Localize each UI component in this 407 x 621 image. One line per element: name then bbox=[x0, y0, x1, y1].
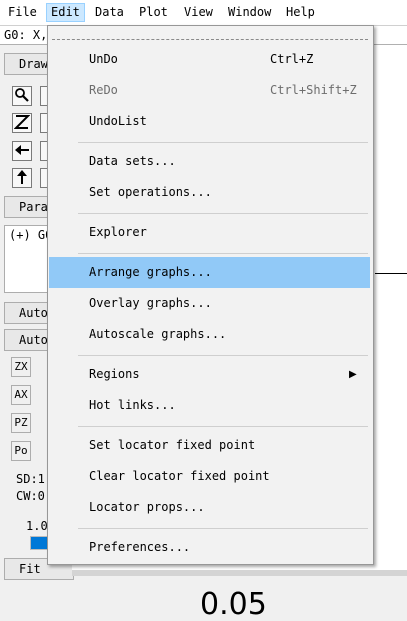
pz-button[interactable]: PZ bbox=[11, 413, 31, 433]
menu-separator bbox=[78, 355, 368, 356]
menu-view[interactable]: View bbox=[180, 3, 217, 22]
menu-bar: File Edit Data Plot View Window Help bbox=[0, 0, 407, 25]
menu-help[interactable]: Help bbox=[282, 3, 319, 22]
menu-data[interactable]: Data bbox=[91, 3, 128, 22]
menu-separator bbox=[78, 528, 368, 529]
menu-item-regions[interactable]: Regions ▶ bbox=[49, 359, 370, 390]
menu-item-arrange-graphs[interactable]: Arrange graphs... bbox=[49, 257, 370, 288]
ax-button[interactable]: AX bbox=[11, 385, 31, 405]
pan-up-button[interactable] bbox=[12, 168, 32, 188]
shortcut-label: Ctrl+Z bbox=[270, 52, 314, 66]
menu-file[interactable]: File bbox=[4, 3, 41, 22]
edit-menu-dropdown: UnDo Ctrl+Z ReDo Ctrl+Shift+Z UndoList D… bbox=[47, 25, 374, 565]
horizontal-scrollbar[interactable] bbox=[72, 570, 407, 576]
menu-edit[interactable]: Edit bbox=[46, 3, 85, 22]
menu-item-data-sets[interactable]: Data sets... bbox=[49, 146, 370, 177]
zoom-tool-button[interactable] bbox=[12, 86, 32, 106]
submenu-arrow-icon: ▶ bbox=[349, 369, 357, 380]
graph-axis-line bbox=[375, 273, 407, 274]
menu-item-set-locator[interactable]: Set locator fixed point bbox=[49, 430, 370, 461]
cw-label: CW:0 bbox=[16, 489, 45, 503]
axis-value-label: 0.05 bbox=[200, 590, 267, 621]
menu-item-preferences[interactable]: Preferences... bbox=[49, 532, 370, 563]
menu-item-locator-props[interactable]: Locator props... bbox=[49, 492, 370, 523]
sd-label: SD:1 bbox=[16, 472, 45, 486]
menu-item-redo: ReDo Ctrl+Shift+Z bbox=[49, 75, 370, 106]
menu-plot[interactable]: Plot bbox=[135, 3, 172, 22]
scale-label: 1.0 bbox=[26, 519, 48, 533]
po-button[interactable]: Po bbox=[11, 441, 31, 461]
arrow-up-icon bbox=[17, 170, 27, 184]
menu-item-hot-links[interactable]: Hot links... bbox=[49, 390, 370, 421]
menu-item-label: UnDo bbox=[89, 52, 118, 66]
progress-fill bbox=[31, 537, 47, 549]
menu-item-overlay-graphs[interactable]: Overlay graphs... bbox=[49, 288, 370, 319]
arrow-left-icon bbox=[15, 145, 29, 155]
menu-item-label: ReDo bbox=[89, 83, 118, 97]
zx-button[interactable]: ZX bbox=[11, 357, 31, 377]
locator-text: G0: X, bbox=[4, 28, 48, 42]
menu-item-explorer[interactable]: Explorer bbox=[49, 217, 370, 248]
menu-item-label: Regions bbox=[89, 367, 140, 381]
z-tool-button[interactable] bbox=[12, 113, 32, 133]
tree-item-g0[interactable]: (+) G0 bbox=[9, 228, 52, 242]
menu-item-set-operations[interactable]: Set operations... bbox=[49, 177, 370, 208]
magnifier-icon bbox=[15, 88, 29, 102]
shortcut-label: Ctrl+Shift+Z bbox=[270, 83, 357, 97]
menu-separator bbox=[78, 213, 368, 214]
menu-item-undo[interactable]: UnDo Ctrl+Z bbox=[49, 44, 370, 75]
menu-separator bbox=[78, 426, 368, 427]
pan-left-button[interactable] bbox=[12, 141, 32, 161]
menu-window[interactable]: Window bbox=[224, 3, 275, 22]
menu-separator bbox=[78, 253, 368, 254]
menu-item-undolist[interactable]: UndoList bbox=[49, 106, 370, 137]
tearoff-line[interactable] bbox=[52, 39, 368, 40]
menu-separator bbox=[78, 142, 368, 143]
menu-item-autoscale-graphs[interactable]: Autoscale graphs... bbox=[49, 319, 370, 350]
z-letter-icon bbox=[13, 115, 31, 129]
menu-item-clear-locator[interactable]: Clear locator fixed point bbox=[49, 461, 370, 492]
